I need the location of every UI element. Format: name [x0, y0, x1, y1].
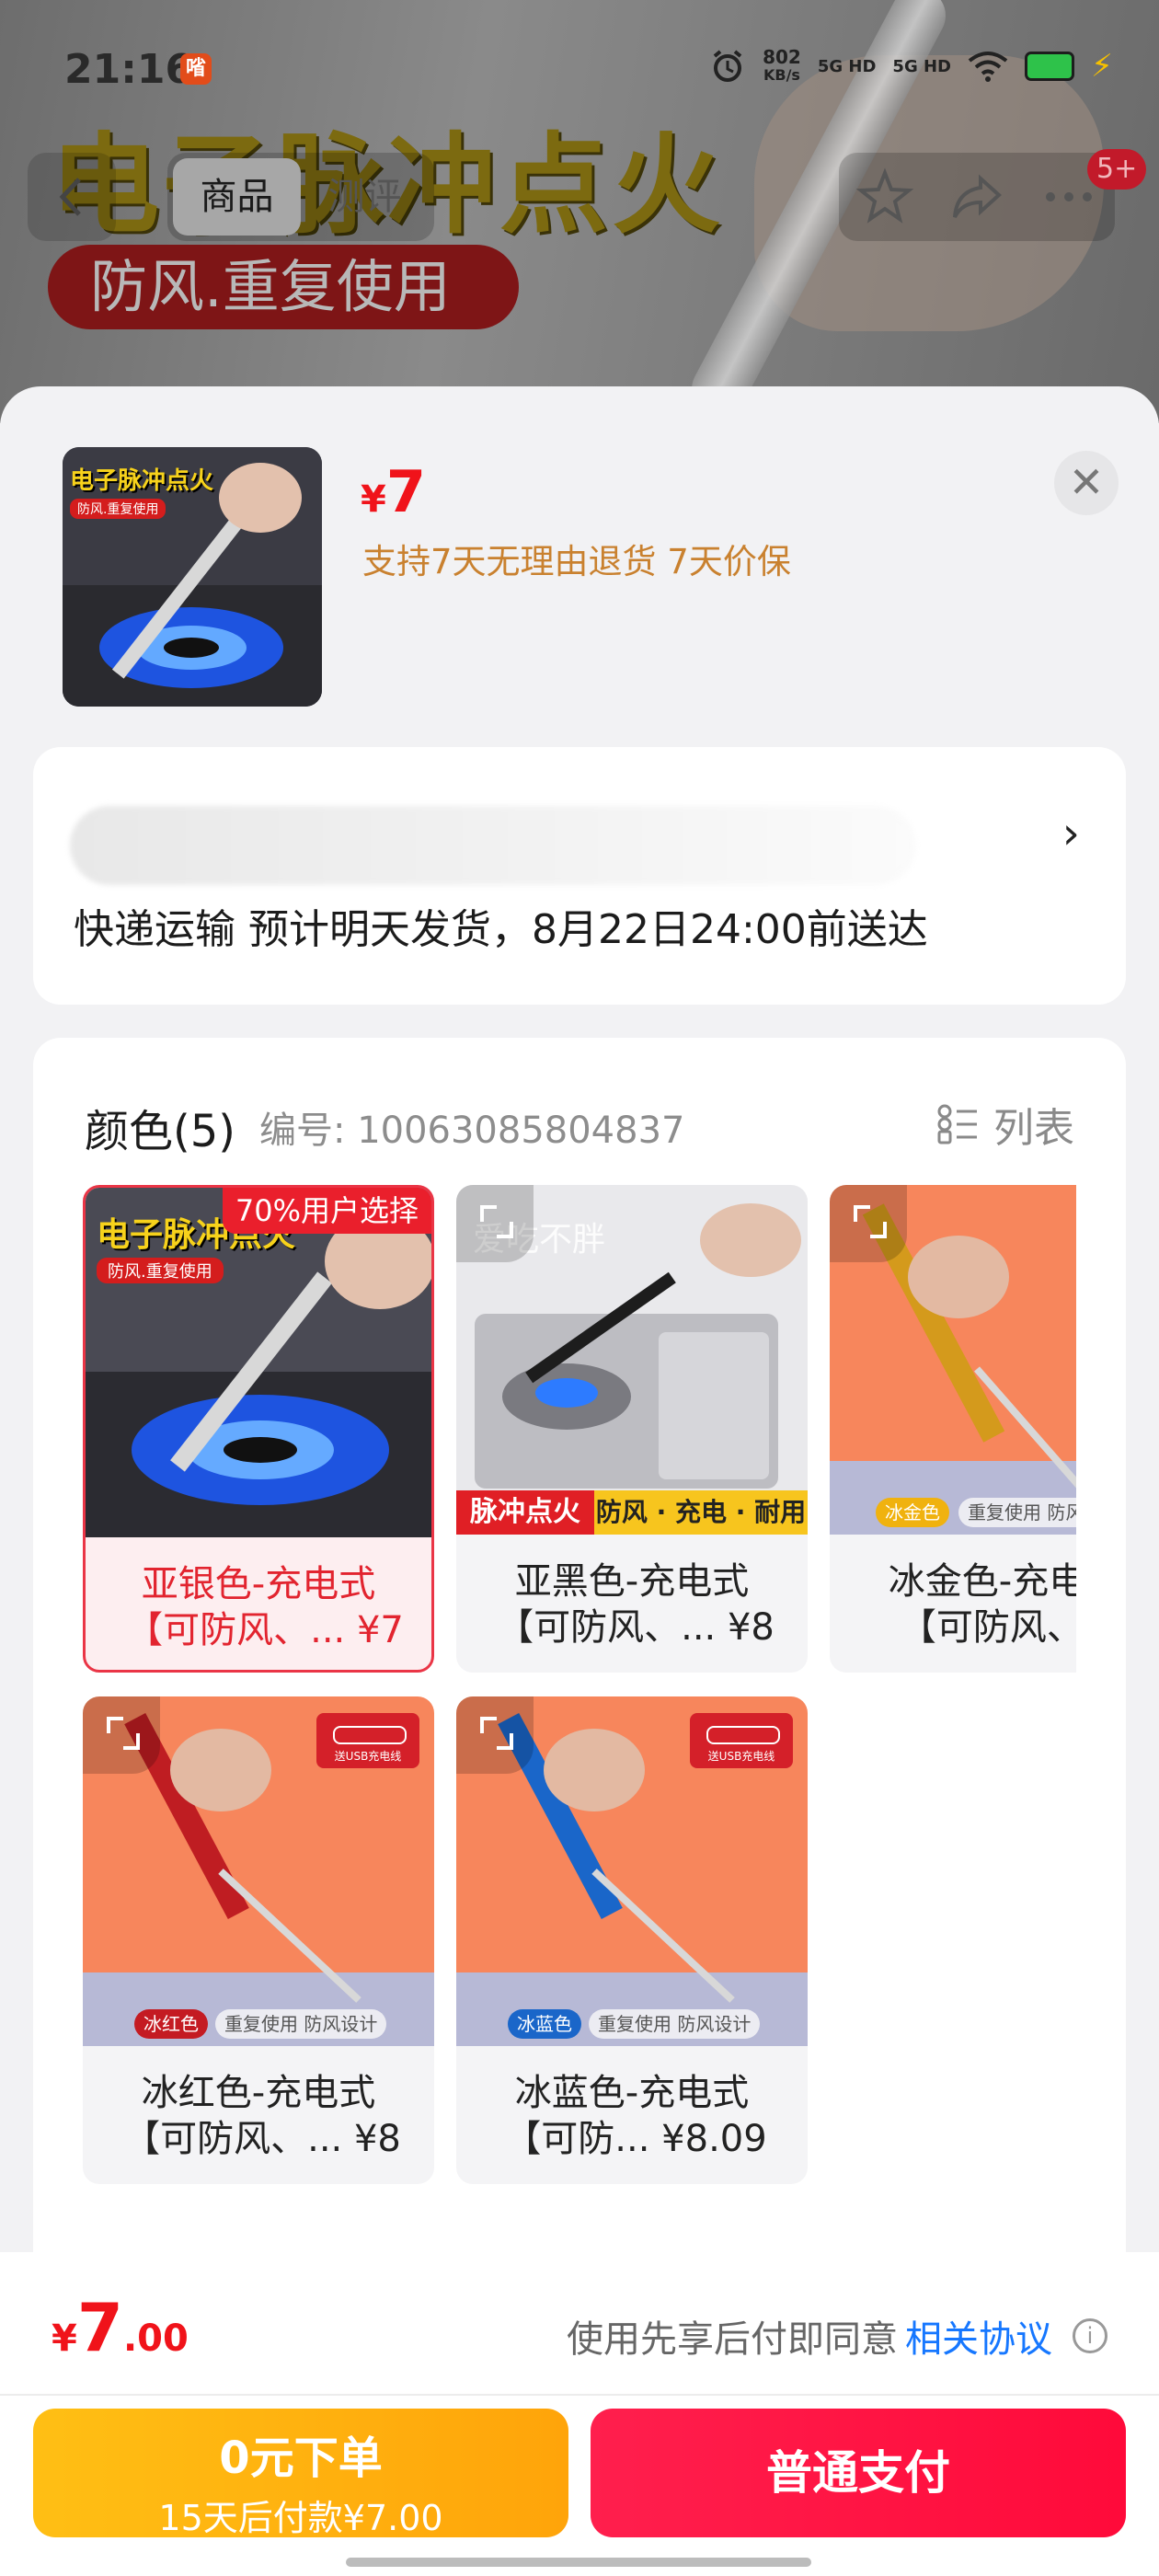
pay-now-button[interactable]: 普通支付 [591, 2409, 1126, 2537]
app-notification-icon: 㗂 [180, 53, 212, 85]
wifi-icon [968, 52, 1008, 82]
sku-title: 颜色(5) [85, 1106, 235, 1157]
product-header: 电子脉冲点火 防风.重复使用 ¥7 支持7天无理由退货 7天价保 ✕ [0, 386, 1159, 736]
tag-text: 重复使用 防风设计 [589, 2009, 761, 2039]
sku-option-black[interactable]: 爱吃不胖 脉冲点火 防风 · 充电 · 耐用 亚黑色-充电式 【可防风、... … [456, 1185, 808, 1673]
message-badge: 5+ [1087, 149, 1147, 190]
list-icon [937, 1104, 977, 1144]
sku-banner-b: 防风 · 充电 · 耐用 [594, 1490, 808, 1535]
home-indicator[interactable] [346, 2558, 811, 2567]
color-tag: 冰红色 [134, 2009, 208, 2039]
sku-grid: 电子脉冲点火 防风.重复使用 70%用户选择 亚银色-充电式 【可防风、... … [83, 1185, 1076, 2326]
guarantee-text: 支持7天无理由退货 7天价保 [362, 542, 791, 581]
zoom-icon[interactable] [830, 1185, 907, 1262]
nav-tabs: 商品 测评 [167, 153, 434, 241]
tag-text: 重复使用 防风设计 [215, 2009, 387, 2039]
tab-goods[interactable]: 商品 [173, 158, 301, 236]
pay-later-button[interactable]: 0元下单 15天后付款¥7.00 [33, 2409, 568, 2538]
sku-option-silver[interactable]: 电子脉冲点火 防风.重复使用 70%用户选择 亚银色-充电式 【可防风、... … [83, 1185, 434, 1673]
price: ¥7 [361, 458, 426, 525]
status-time: 21:16 [64, 46, 194, 93]
nav-actions [839, 153, 1115, 241]
checkout-footer: ¥7.00 使用先享后付即同意 相关协议 i 0元下单 15天后付款¥7.00 … [0, 2252, 1159, 2576]
sku-desc-price: 【可防风、... ¥8 [123, 2118, 401, 2160]
sku-desc-price: 【可防风、... ¥8 [497, 1606, 775, 1649]
agreement-line: 使用先享后付即同意 相关协议 i [567, 2309, 1107, 2363]
thumb-subtitle: 防风.重复使用 [70, 499, 166, 519]
sku-card: 颜色(5) 编号: 10063085804837 列表 电子脉冲点火 防风.重复… [33, 1038, 1126, 2326]
delivery-text: 快递运输 预计明天发货，8月22日24:00前送达 [74, 906, 928, 953]
signal-1-icon: 5G HD [817, 56, 877, 76]
charging-icon: ⚡ [1091, 48, 1113, 85]
color-tag: 冰金色 [876, 1498, 949, 1527]
sku-img-sub: 防风.重复使用 [97, 1258, 224, 1283]
product-thumbnail[interactable]: 电子脉冲点火 防风.重复使用 [63, 447, 322, 707]
tab-review[interactable]: 测评 [301, 158, 429, 236]
thumb-title: 电子脉冲点火 [70, 467, 214, 495]
chevron-right-icon[interactable]: › [1062, 808, 1080, 859]
sku-desc-price: 【可防风、... [899, 1606, 1076, 1649]
tag-text: 重复使用 防风 [958, 1498, 1076, 1527]
agreement-text: 使用先享后付即同意 [567, 2318, 898, 2361]
sku-option-red[interactable]: 送USB充电线 冰红色 重复使用 防风设计 冰红色-充电式 【可防风、... ¥… [83, 1696, 434, 2184]
back-button[interactable] [28, 153, 116, 241]
agreement-link[interactable]: 相关协议 [905, 2309, 1052, 2363]
sku-option-blue[interactable]: 送USB充电线 冰蓝色 重复使用 防风设计 冰蓝色-充电式 【可防... ¥8.… [456, 1696, 808, 2184]
zoom-icon[interactable] [456, 1696, 534, 1774]
address-card[interactable]: › 快递运输 预计明天发货，8月22日24:00前送达 [33, 747, 1126, 1005]
signal-2-icon: 5G HD [892, 56, 951, 76]
zoom-icon[interactable] [83, 1696, 160, 1774]
close-button[interactable]: ✕ [1054, 451, 1119, 515]
sku-image: 电子脉冲点火 防风.重复使用 [86, 1188, 431, 1537]
status-icons: 802 KB/s 5G HD 5G HD ⚡ [709, 48, 1122, 85]
sku-bottom-sheet: 电子脉冲点火 防风.重复使用 ¥7 支持7天无理由退货 7天价保 ✕ › 快递运… [0, 386, 1159, 2576]
list-view-toggle[interactable]: 列表 [936, 1095, 1074, 1154]
color-tag: 冰蓝色 [508, 2009, 581, 2039]
sku-option-gold[interactable]: 冰金色 重复使用 防风 冰金色-充电式 【可防风、... [830, 1185, 1076, 1673]
sku-desc-price: 【可防... ¥8.09 [504, 2118, 767, 2160]
sku-code: 编号: 10063085804837 [259, 1110, 685, 1152]
popular-flag: 70%用户选择 [222, 1188, 431, 1234]
address-blurred [70, 806, 916, 885]
total-price: ¥7.00 [52, 2289, 189, 2366]
star-icon[interactable] [855, 167, 914, 226]
banner-subtitle: 防风.重复使用 [48, 245, 519, 329]
usb-tag: 送USB充电线 [690, 1713, 793, 1768]
info-icon[interactable]: i [1073, 2318, 1107, 2353]
alarm-icon [713, 50, 742, 82]
sku-banner-a: 脉冲点火 [456, 1490, 594, 1535]
net-speed: 802 KB/s [763, 46, 801, 84]
share-icon[interactable] [947, 167, 1006, 226]
chevron-left-icon [59, 178, 81, 216]
divider [0, 2394, 1159, 2396]
usb-tag: 送USB充电线 [316, 1713, 419, 1768]
zoom-icon[interactable] [456, 1185, 534, 1262]
status-bar: 21:16 㗂 802 KB/s 5G HD 5G HD ⚡ [0, 37, 1159, 101]
sku-desc-price: 【可防风、... ¥7 [126, 1609, 404, 1651]
battery-icon [1025, 52, 1074, 81]
